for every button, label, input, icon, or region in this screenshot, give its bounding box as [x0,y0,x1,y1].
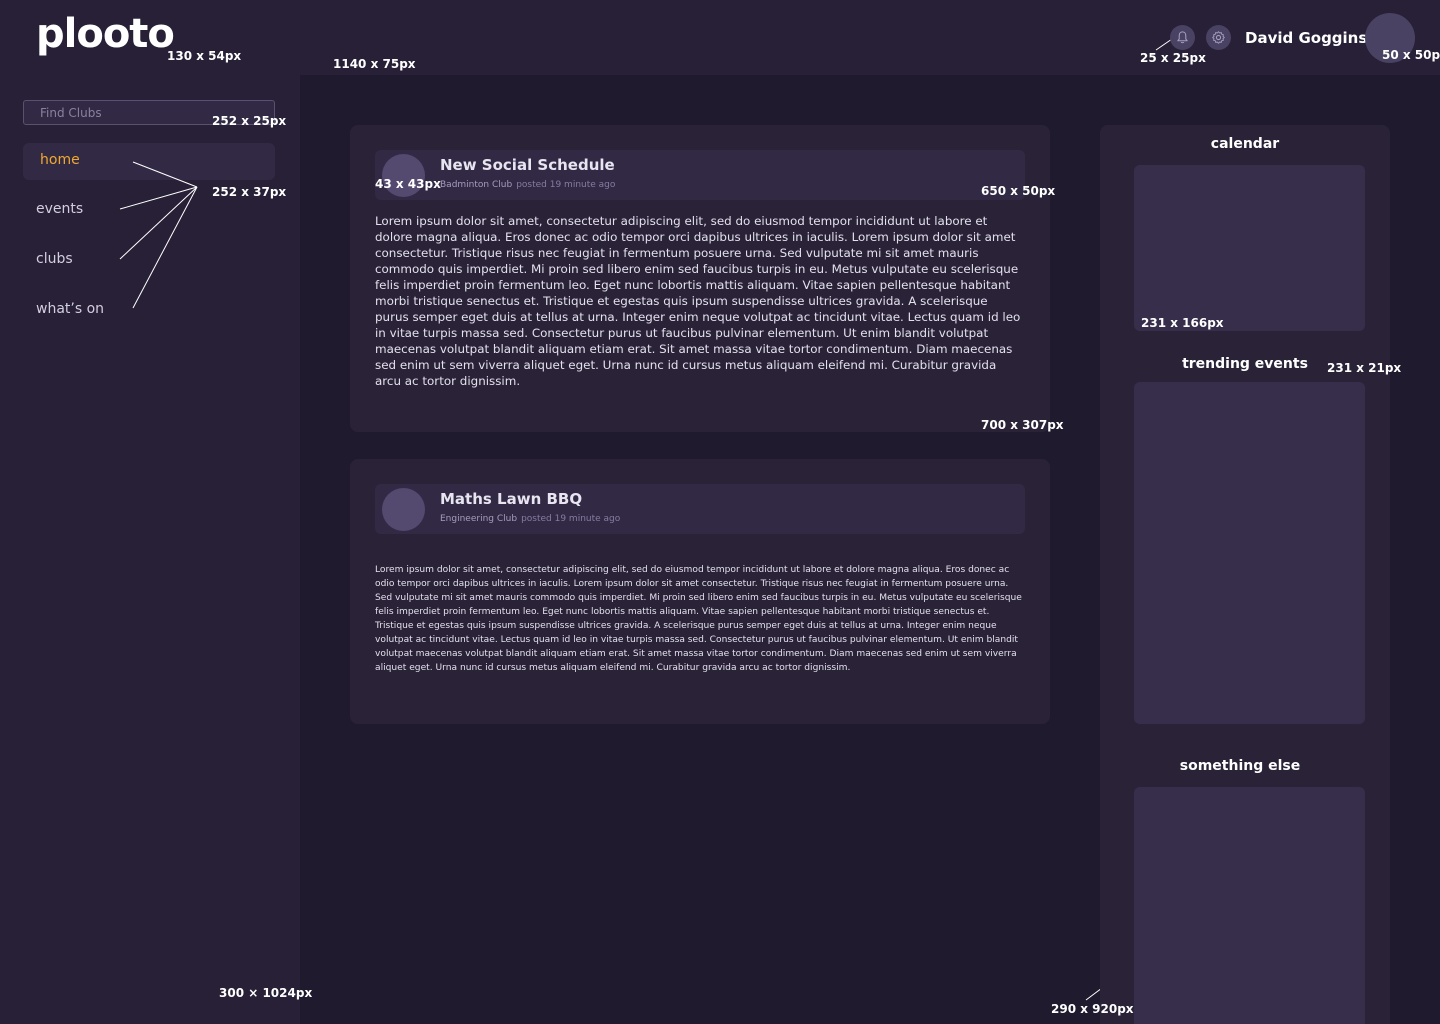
sidebar-item-label: home [40,152,80,168]
annotation-post-avatar-size: 43 x 43px [375,177,441,191]
sidebar-item-label: what’s on [36,301,105,317]
annotation-sidebar-size: 300 × 1024px [219,986,313,1000]
annotation-icon-size: 25 x 25px [1140,51,1206,65]
calendar-title: calendar [1210,136,1280,152]
notification-button[interactable] [1170,25,1195,50]
something-else-title: something else [1179,758,1301,774]
post-body: Lorem ipsum dolor sit amet, consectetur … [375,214,1021,388]
trending-events-widget[interactable] [1134,382,1365,724]
post-club-name[interactable]: Badminton Club [440,180,512,190]
annotation-nav-item-size: 252 x 37px [212,185,287,199]
annotation-panel-title-size: 231 x 21px [1327,361,1402,375]
annotation-calendar-size: 231 x 166px [1141,316,1224,330]
post-time: posted 19 minute ago [521,514,621,524]
post-body: Lorem ipsum dolor sit amet, consectetur … [375,565,1022,673]
post-card: Maths Lawn BBQ Engineering Club posted 19… [350,459,1050,724]
sidebar-item-label: events [36,201,84,217]
post-time: posted 19 minute ago [516,180,616,190]
something-else-widget[interactable] [1134,787,1365,1024]
annotation-search-size: 252 x 25px [212,114,287,128]
sidebar-item-home[interactable]: home [23,143,275,180]
annotation-post-card-size: 700 x 307px [981,418,1064,432]
club-avatar[interactable] [382,488,425,531]
sidebar-item-label: clubs [36,251,73,267]
post-header: Maths Lawn BBQ Engineering Club posted 19… [375,484,1025,534]
annotation-topbar-size: 1140 x 75px [333,57,416,71]
app-logo[interactable]: plooto [36,14,175,54]
post-title[interactable]: New Social Schedule [440,156,615,174]
post-header: New Social Schedule Badminton Club posted… [375,150,1025,200]
settings-button[interactable] [1206,25,1231,50]
bell-icon [1177,31,1188,44]
calendar-widget[interactable] [1134,165,1365,331]
annotation-right-panel-size: 290 x 920px [1051,1002,1134,1016]
gear-icon [1212,31,1225,44]
post-meta: Badminton Club posted 19 minute ago [440,180,615,190]
user-name[interactable]: David Goggins [1245,29,1367,47]
annotation-post-header-size: 650 x 50px [981,184,1056,198]
post-title[interactable]: Maths Lawn BBQ [440,490,582,508]
right-panel: calendar trending events something else [1100,125,1390,1024]
annotation-logo-size: 130 x 54px [167,49,242,63]
annotation-avatar-size: 50 x 50px [1382,48,1440,62]
sidebar-item-clubs[interactable]: clubs [23,242,275,279]
sidebar-item-whats-on[interactable]: what’s on [23,292,275,329]
post-meta: Engineering Club posted 19 minute ago [440,514,620,524]
post-club-name[interactable]: Engineering Club [440,514,517,524]
post-card: New Social Schedule Badminton Club posted… [350,125,1050,432]
